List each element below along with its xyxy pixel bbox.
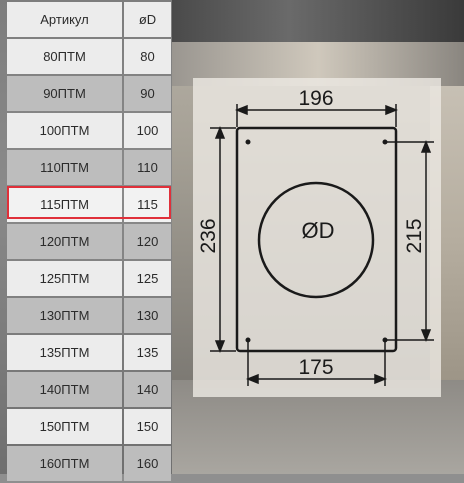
diameter-label: ØD: [302, 218, 335, 243]
top-width-label: 196: [298, 87, 333, 110]
height-label: 236: [197, 218, 220, 253]
mounting-hole: [382, 337, 388, 343]
bottom-spacing-label: 175: [298, 356, 333, 379]
dimension-drawing: 196 175 236 215 ØD: [197, 87, 434, 386]
mounting-hole: [245, 337, 251, 343]
mounting-hole: [382, 139, 388, 145]
mounting-hole: [245, 139, 251, 145]
hole-spacing-label: 215: [403, 218, 426, 253]
